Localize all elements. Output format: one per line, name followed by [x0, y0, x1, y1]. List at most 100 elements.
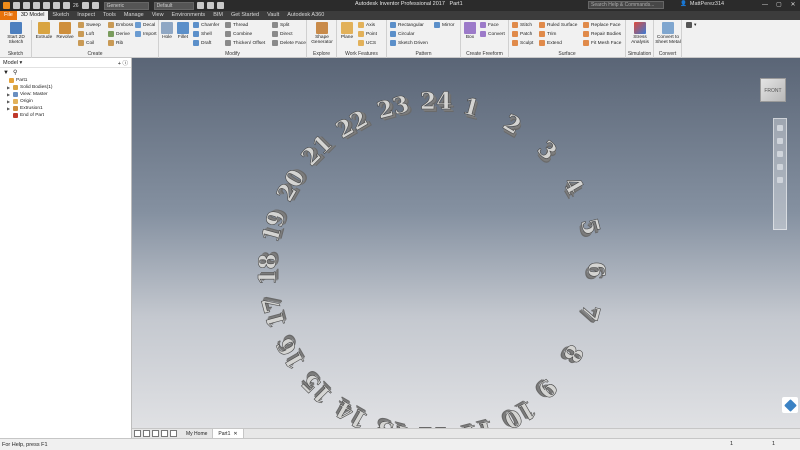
save-icon[interactable] — [33, 2, 40, 9]
expand-icon[interactable]: ▶ — [6, 85, 11, 90]
start-sketch-button[interactable]: Start 2D Sketch — [3, 22, 29, 45]
tab-get-started[interactable]: Get Started — [227, 11, 263, 20]
shell-button[interactable]: Shell — [193, 31, 212, 37]
redo-icon[interactable] — [53, 2, 60, 9]
combine-button[interactable]: Combine — [225, 31, 252, 37]
chamfer-button[interactable]: Chamfer — [193, 22, 219, 28]
tab-bim[interactable]: BIM — [209, 11, 227, 20]
appearance-combo[interactable]: Default — [153, 1, 194, 10]
arrange-icon[interactable] — [161, 430, 168, 437]
open-icon[interactable] — [23, 2, 30, 9]
help-search-input[interactable]: Search Help & Commands... — [588, 1, 664, 9]
window-list-icon[interactable] — [170, 430, 177, 437]
graphics-viewport[interactable]: 123456789101112131415161718192021222324 … — [132, 58, 800, 428]
expand-icon[interactable]: ▶ — [6, 92, 11, 97]
box-button[interactable]: Box — [462, 22, 478, 40]
viewcube[interactable]: FRONT — [760, 78, 786, 102]
coil-button[interactable]: Coil — [78, 40, 94, 46]
draft-button[interactable]: Draft — [193, 40, 211, 46]
replace-face-button[interactable]: Replace Face — [583, 22, 621, 28]
undo-icon[interactable] — [43, 2, 50, 9]
rib-button[interactable]: Rib — [108, 40, 123, 46]
tree-item-origin[interactable]: ▶ Origin — [2, 98, 131, 105]
select-icon[interactable] — [81, 2, 89, 9]
tab-view[interactable]: View — [148, 11, 168, 20]
close-tab-icon[interactable]: ✕ — [233, 429, 237, 439]
minimize-icon[interactable]: — — [758, 0, 772, 11]
face-button[interactable]: Face — [480, 22, 499, 28]
tab-my-home[interactable]: My Home — [181, 428, 214, 439]
tab-tools[interactable]: Tools — [99, 11, 120, 20]
sculpt-button[interactable]: Sculpt — [512, 40, 533, 46]
revolve-button[interactable]: Revolve — [54, 22, 76, 40]
browser-title[interactable]: Model ▾ — [3, 60, 22, 66]
rectangular-button[interactable]: Rectangular — [390, 22, 424, 28]
import-button[interactable]: Import — [135, 31, 157, 37]
tree-item-extrusion[interactable]: ▶ Extrusion1 — [2, 105, 131, 112]
direct-button[interactable]: Direct — [272, 31, 293, 37]
tab-part1[interactable]: Part1 ✕ — [213, 428, 244, 439]
plane-button[interactable]: Plane — [338, 22, 356, 40]
loft-button[interactable]: Loft — [78, 31, 94, 37]
ucs-button[interactable]: UCS — [358, 40, 376, 46]
emboss-button[interactable]: Emboss — [108, 22, 133, 28]
tab-environments[interactable]: Environments — [168, 11, 210, 20]
shape-generator-button[interactable]: Shape Generator — [309, 22, 335, 45]
parameters-icon[interactable] — [206, 2, 214, 9]
update-icon[interactable] — [91, 2, 99, 9]
help-icon[interactable]: ⓘ — [122, 61, 128, 67]
patch-button[interactable]: Patch — [512, 31, 532, 37]
tab-autodesk-a360[interactable]: Autodesk A360 — [283, 11, 328, 20]
tab-3d-model[interactable]: 3D Model — [16, 11, 49, 20]
circular-button[interactable]: Circular — [390, 31, 415, 37]
look-at-icon[interactable] — [777, 177, 783, 183]
expand-icon[interactable]: ▶ — [6, 99, 11, 104]
tree-item-end-of-part[interactable]: End of Part — [2, 112, 131, 119]
sketch-driven-button[interactable]: Sketch Driven — [390, 40, 428, 46]
find-icon[interactable]: ⚲ — [13, 69, 17, 76]
clear-appearance-icon[interactable] — [196, 2, 204, 9]
tab-sketch[interactable]: Sketch — [48, 11, 73, 20]
sweep-button[interactable]: Sweep — [78, 22, 101, 28]
expand-icon[interactable]: ▶ — [6, 106, 11, 111]
tree-item-view[interactable]: ▶ View: Master — [2, 91, 131, 98]
tab-inspect[interactable]: Inspect — [73, 11, 99, 20]
tab-manage[interactable]: Manage — [120, 11, 148, 20]
decal-button[interactable]: Decal — [135, 22, 155, 28]
inventor-logo-icon[interactable] — [3, 2, 10, 9]
trim-button[interactable]: Trim — [539, 31, 556, 37]
thicken-offset-button[interactable]: Thicken/ Offset — [225, 40, 265, 46]
new-icon[interactable] — [13, 2, 20, 9]
thread-button[interactable]: Thread — [225, 22, 248, 28]
cascade-icon[interactable] — [152, 430, 159, 437]
home-icon[interactable] — [63, 2, 70, 9]
stitch-button[interactable]: Stitch — [512, 22, 532, 28]
tree-item-part[interactable]: Part1 — [2, 77, 131, 84]
convert-button[interactable]: Convert — [480, 31, 505, 37]
fit-mesh-face-button[interactable]: Fit Mesh Face — [583, 40, 621, 46]
maximize-icon[interactable]: ▢ — [772, 0, 786, 11]
point-button[interactable]: Point — [358, 31, 377, 37]
user-account[interactable]: 👤 MattPerez314 — [680, 1, 724, 7]
repair-bodies-button[interactable]: Repair Bodies — [583, 31, 621, 37]
tree-item-solid-bodies[interactable]: ▶ Solid Bodies(1) — [2, 84, 131, 91]
tile-vertical-icon[interactable] — [143, 430, 150, 437]
add-icon[interactable]: + — [118, 61, 121, 67]
zoom-icon[interactable] — [777, 151, 783, 157]
fillet-button[interactable]: Fillet — [175, 22, 191, 40]
pan-icon[interactable] — [777, 138, 783, 144]
extrude-button[interactable]: Extrude — [34, 22, 54, 40]
material-combo[interactable]: Generic — [103, 1, 149, 10]
delete-face-button[interactable]: Delete Face — [272, 40, 306, 46]
steering-wheel-icon[interactable] — [777, 125, 783, 131]
close-icon[interactable]: ✕ — [786, 0, 800, 11]
measure-icon[interactable] — [216, 2, 224, 9]
axis-button[interactable]: Axis — [358, 22, 375, 28]
split-button[interactable]: Split — [272, 22, 289, 28]
orbit-icon[interactable] — [777, 164, 783, 170]
hole-button[interactable]: Hole — [160, 22, 174, 40]
help-assist-button[interactable] — [782, 397, 798, 413]
filter-icon[interactable]: ▼ — [3, 70, 9, 76]
tile-horizontal-icon[interactable] — [134, 430, 141, 437]
derive-button[interactable]: Derive — [108, 31, 130, 37]
